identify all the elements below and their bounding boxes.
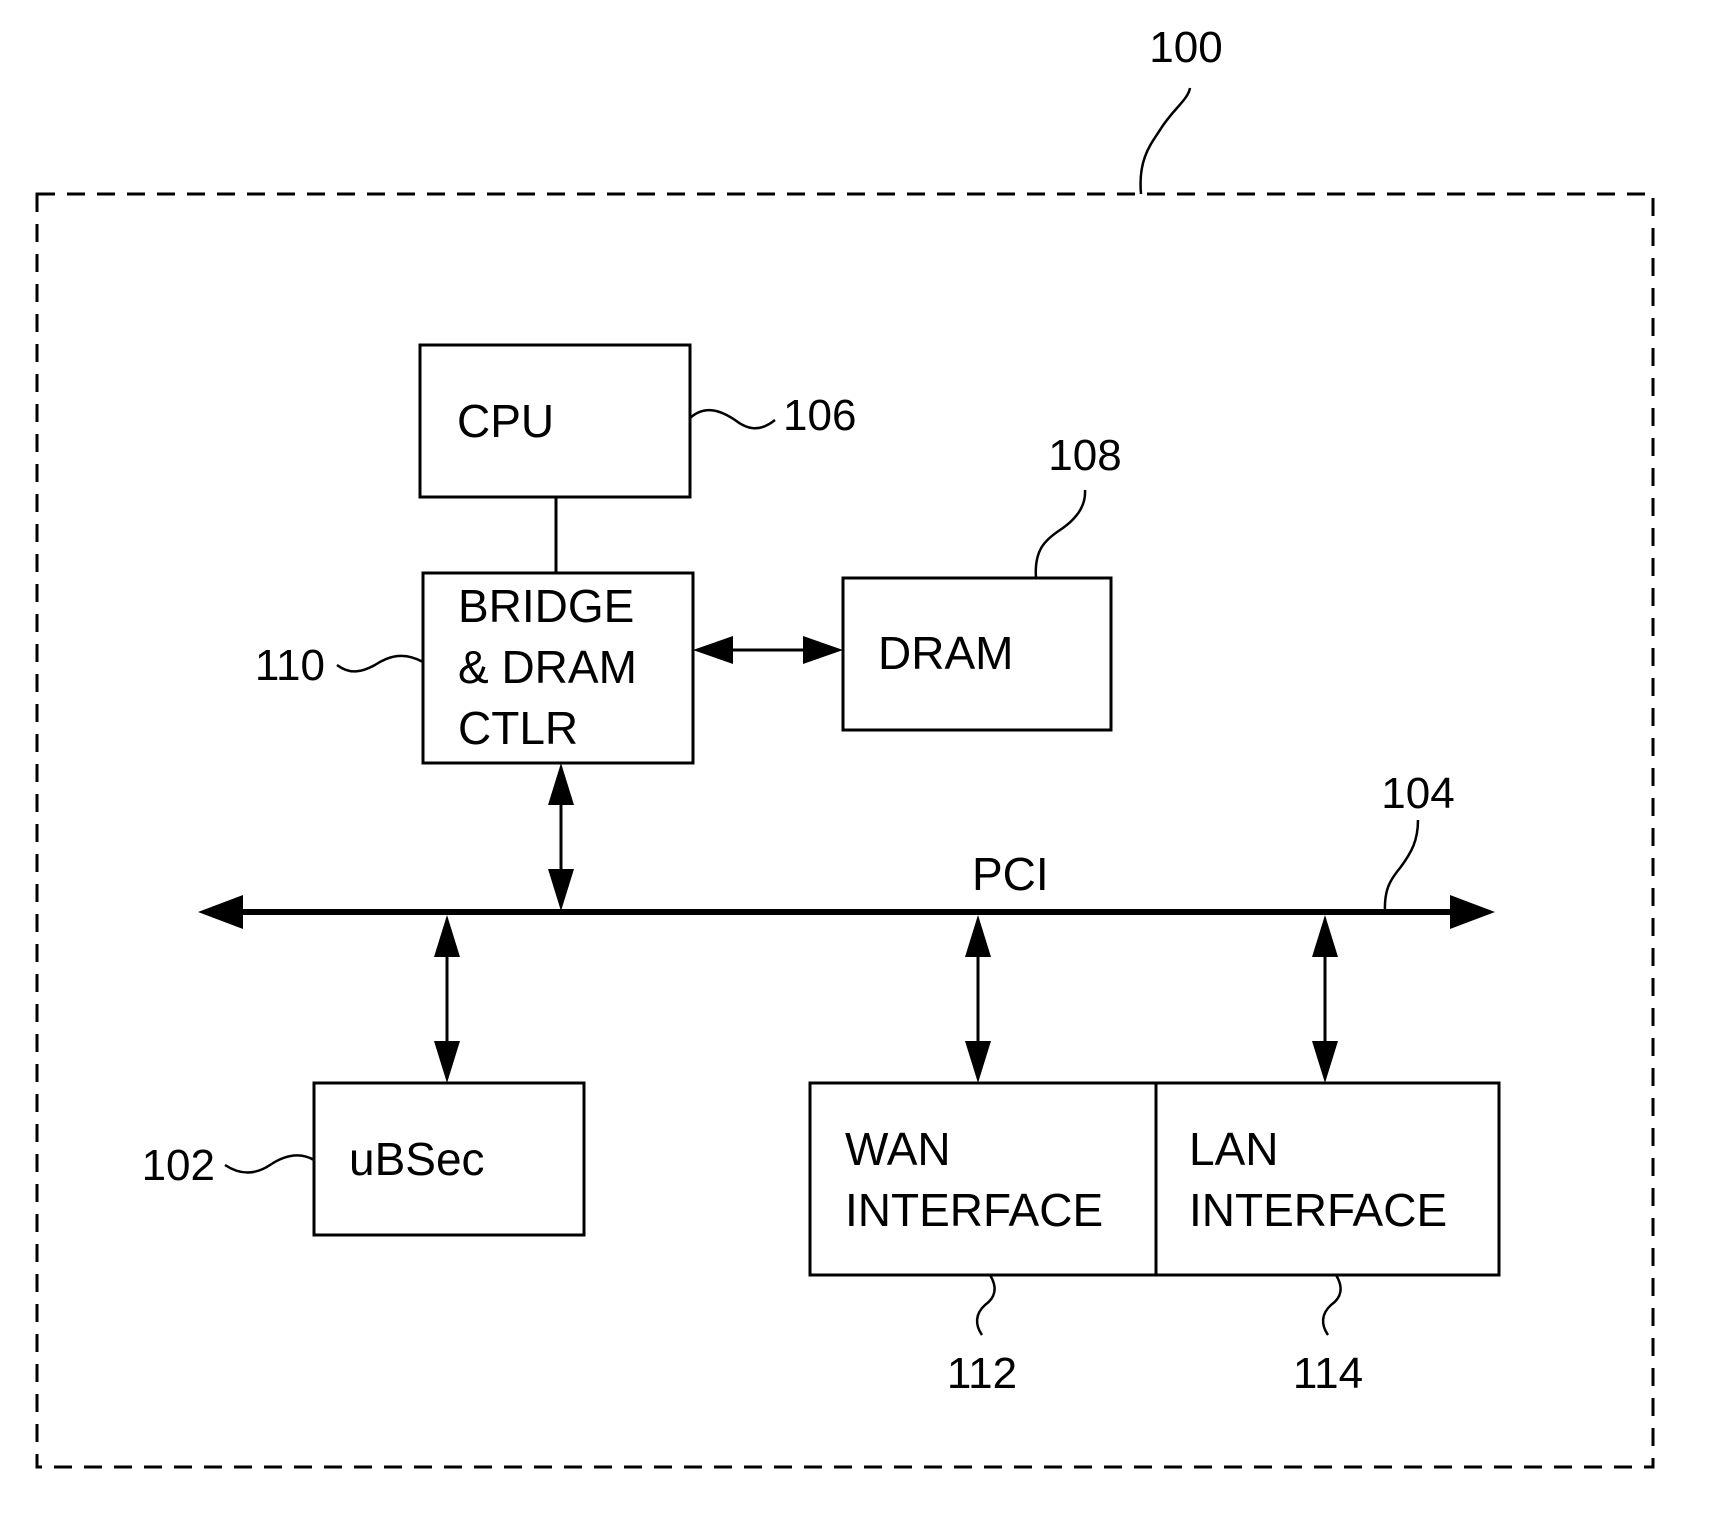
bridge-ref-label: 110 xyxy=(255,641,325,690)
wan-interface-block xyxy=(808,1081,1158,1277)
bridge-label-line2: & DRAM xyxy=(458,641,637,693)
ubsec-ref-leader xyxy=(224,1154,315,1174)
lan-ref-leader xyxy=(1321,1274,1342,1336)
bridge-dram-arrow xyxy=(693,636,843,664)
system-ref-leader xyxy=(1139,87,1192,195)
pci-bus-label: PCI xyxy=(972,848,1049,900)
pci-ref-label: 104 xyxy=(1381,769,1454,818)
wan-ref-leader xyxy=(975,1274,996,1336)
cpu-ref-label: 106 xyxy=(783,391,856,440)
dram-label: DRAM xyxy=(878,627,1013,679)
lan-ref-label: 114 xyxy=(1293,1349,1363,1398)
dram-ref-label: 108 xyxy=(1048,431,1121,480)
wan-ref-label: 112 xyxy=(947,1349,1017,1398)
lan-label-line1: LAN xyxy=(1189,1123,1278,1175)
dram-ref-leader xyxy=(1034,489,1087,579)
pci-lan-arrow xyxy=(1312,915,1338,1083)
pci-wan-arrow xyxy=(965,915,991,1083)
pci-ubsec-arrow xyxy=(434,915,460,1083)
wan-label-line2: INTERFACE xyxy=(845,1184,1103,1236)
system-ref-label: 100 xyxy=(1149,23,1222,72)
lan-label-line2: INTERFACE xyxy=(1189,1184,1447,1236)
cpu-label: CPU xyxy=(457,395,554,447)
ubsec-label: uBSec xyxy=(349,1133,485,1185)
bridge-ref-leader xyxy=(336,654,424,673)
pci-bus xyxy=(198,895,1495,929)
ubsec-ref-label: 102 xyxy=(142,1141,215,1190)
lan-interface-block xyxy=(1154,1081,1501,1277)
wan-label-line1: WAN xyxy=(845,1123,951,1175)
block-diagram: 100 CPU 106 BRIDGE & DRAM CTLR 110 DRAM … xyxy=(35,23,1655,1469)
bridge-label-line3: CTLR xyxy=(458,702,578,754)
cpu-ref-leader xyxy=(689,409,776,430)
pci-ref-leader xyxy=(1383,819,1420,913)
bridge-label-line1: BRIDGE xyxy=(458,580,634,632)
bridge-pci-arrow xyxy=(548,763,574,911)
